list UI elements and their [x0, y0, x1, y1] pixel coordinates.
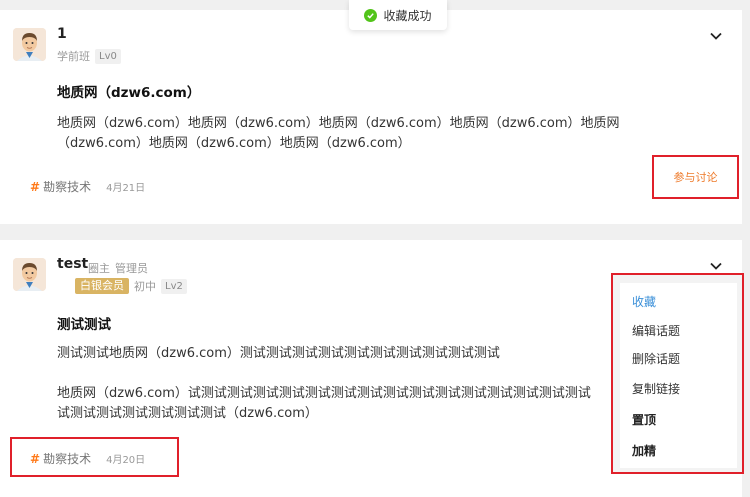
- post-title[interactable]: 测试测试: [57, 313, 111, 333]
- vip-badge: 白银会员: [75, 278, 129, 294]
- post-body-line: 地质网（dzw6.com）试测试测试测试测试测试测试测试测试测试测试测试测试测试…: [57, 386, 591, 401]
- menu-item-copy-link[interactable]: 复制链接: [632, 380, 680, 397]
- post-username[interactable]: test: [57, 256, 88, 272]
- check-circle-icon: [364, 8, 378, 22]
- toast-text: 收藏成功: [383, 8, 432, 23]
- post-date: 4月20日: [106, 455, 146, 466]
- role-admin: 管理员: [115, 262, 148, 275]
- post-actions-menu: 收藏 编辑话题 删除话题 复制链接 置顶 加精: [611, 273, 744, 474]
- post-username-text: test: [57, 256, 89, 272]
- post-topic-tag[interactable]: # 勘察技术 4月20日: [30, 450, 145, 467]
- post-body-line: （dzw6.com）地质网（dzw6.com）地质网（dzw6.com）: [57, 136, 411, 151]
- post-tag-label: 勘察技术: [43, 180, 92, 194]
- user-avatar[interactable]: [13, 28, 46, 61]
- avatar-illustration-icon: [13, 258, 46, 291]
- post-title[interactable]: 地质网（dzw6.com）: [57, 81, 200, 101]
- hash-icon: #: [30, 451, 41, 466]
- post-body-line: 地质网（dzw6.com）地质网（dzw6.com）地质网（dzw6.com）地…: [57, 116, 620, 131]
- post-tag-label: 勘察技术: [43, 452, 92, 466]
- hash-icon: #: [30, 179, 41, 194]
- post-body: 地质网（dzw6.com）地质网（dzw6.com）地质网（dzw6.com）地…: [57, 114, 620, 154]
- post-body-line: 测试测试地质网（dzw6.com）测试测试测试测试测试测试测试测试测试测试: [57, 346, 500, 361]
- post-actions-menu-panel: 收藏 编辑话题 删除话题 复制链接 置顶 加精: [620, 283, 737, 468]
- avatar-illustration-icon: [13, 28, 46, 61]
- post-card-1: 1 学前班 Lv0 地质网（dzw6.com） 地质网（dzw6.com）地质网…: [0, 10, 742, 224]
- role-owner: 圈主: [88, 262, 110, 275]
- user-group: 学前班: [57, 50, 90, 63]
- post-date: 4月21日: [106, 183, 146, 194]
- chevron-down-icon[interactable]: [709, 259, 723, 273]
- post-user-meta: 学前班 Lv0: [57, 48, 121, 64]
- menu-item-delete-topic[interactable]: 删除话题: [632, 350, 680, 367]
- user-group: 初中: [134, 280, 156, 293]
- user-avatar[interactable]: [13, 258, 46, 291]
- user-level-badge: Lv2: [161, 278, 187, 294]
- post-username[interactable]: 1: [57, 26, 67, 42]
- post-body: 地质网（dzw6.com）试测试测试测试测试测试测试测试测试测试测试测试测试测试…: [57, 384, 617, 424]
- post-body: 测试测试地质网（dzw6.com）测试测试测试测试测试测试测试测试测试测试: [57, 344, 500, 364]
- post-user-meta: 白银会员 初中 Lv2: [75, 278, 187, 294]
- chevron-down-icon[interactable]: [709, 29, 723, 43]
- menu-item-edit-topic[interactable]: 编辑话题: [632, 322, 680, 339]
- success-toast: 收藏成功: [349, 0, 447, 30]
- menu-item-feature[interactable]: 加精: [632, 442, 656, 459]
- user-roles: 圈主 管理员: [88, 260, 148, 276]
- menu-item-pin[interactable]: 置顶: [632, 411, 656, 428]
- join-discussion-button[interactable]: 参与讨论: [652, 155, 739, 199]
- user-level-badge: Lv0: [95, 48, 121, 64]
- post-topic-tag[interactable]: # 勘察技术 4月21日: [30, 178, 145, 195]
- post-body-line: 试测试测试测试测试测试测试（dzw6.com）: [57, 406, 318, 421]
- menu-item-favorite[interactable]: 收藏: [632, 293, 656, 310]
